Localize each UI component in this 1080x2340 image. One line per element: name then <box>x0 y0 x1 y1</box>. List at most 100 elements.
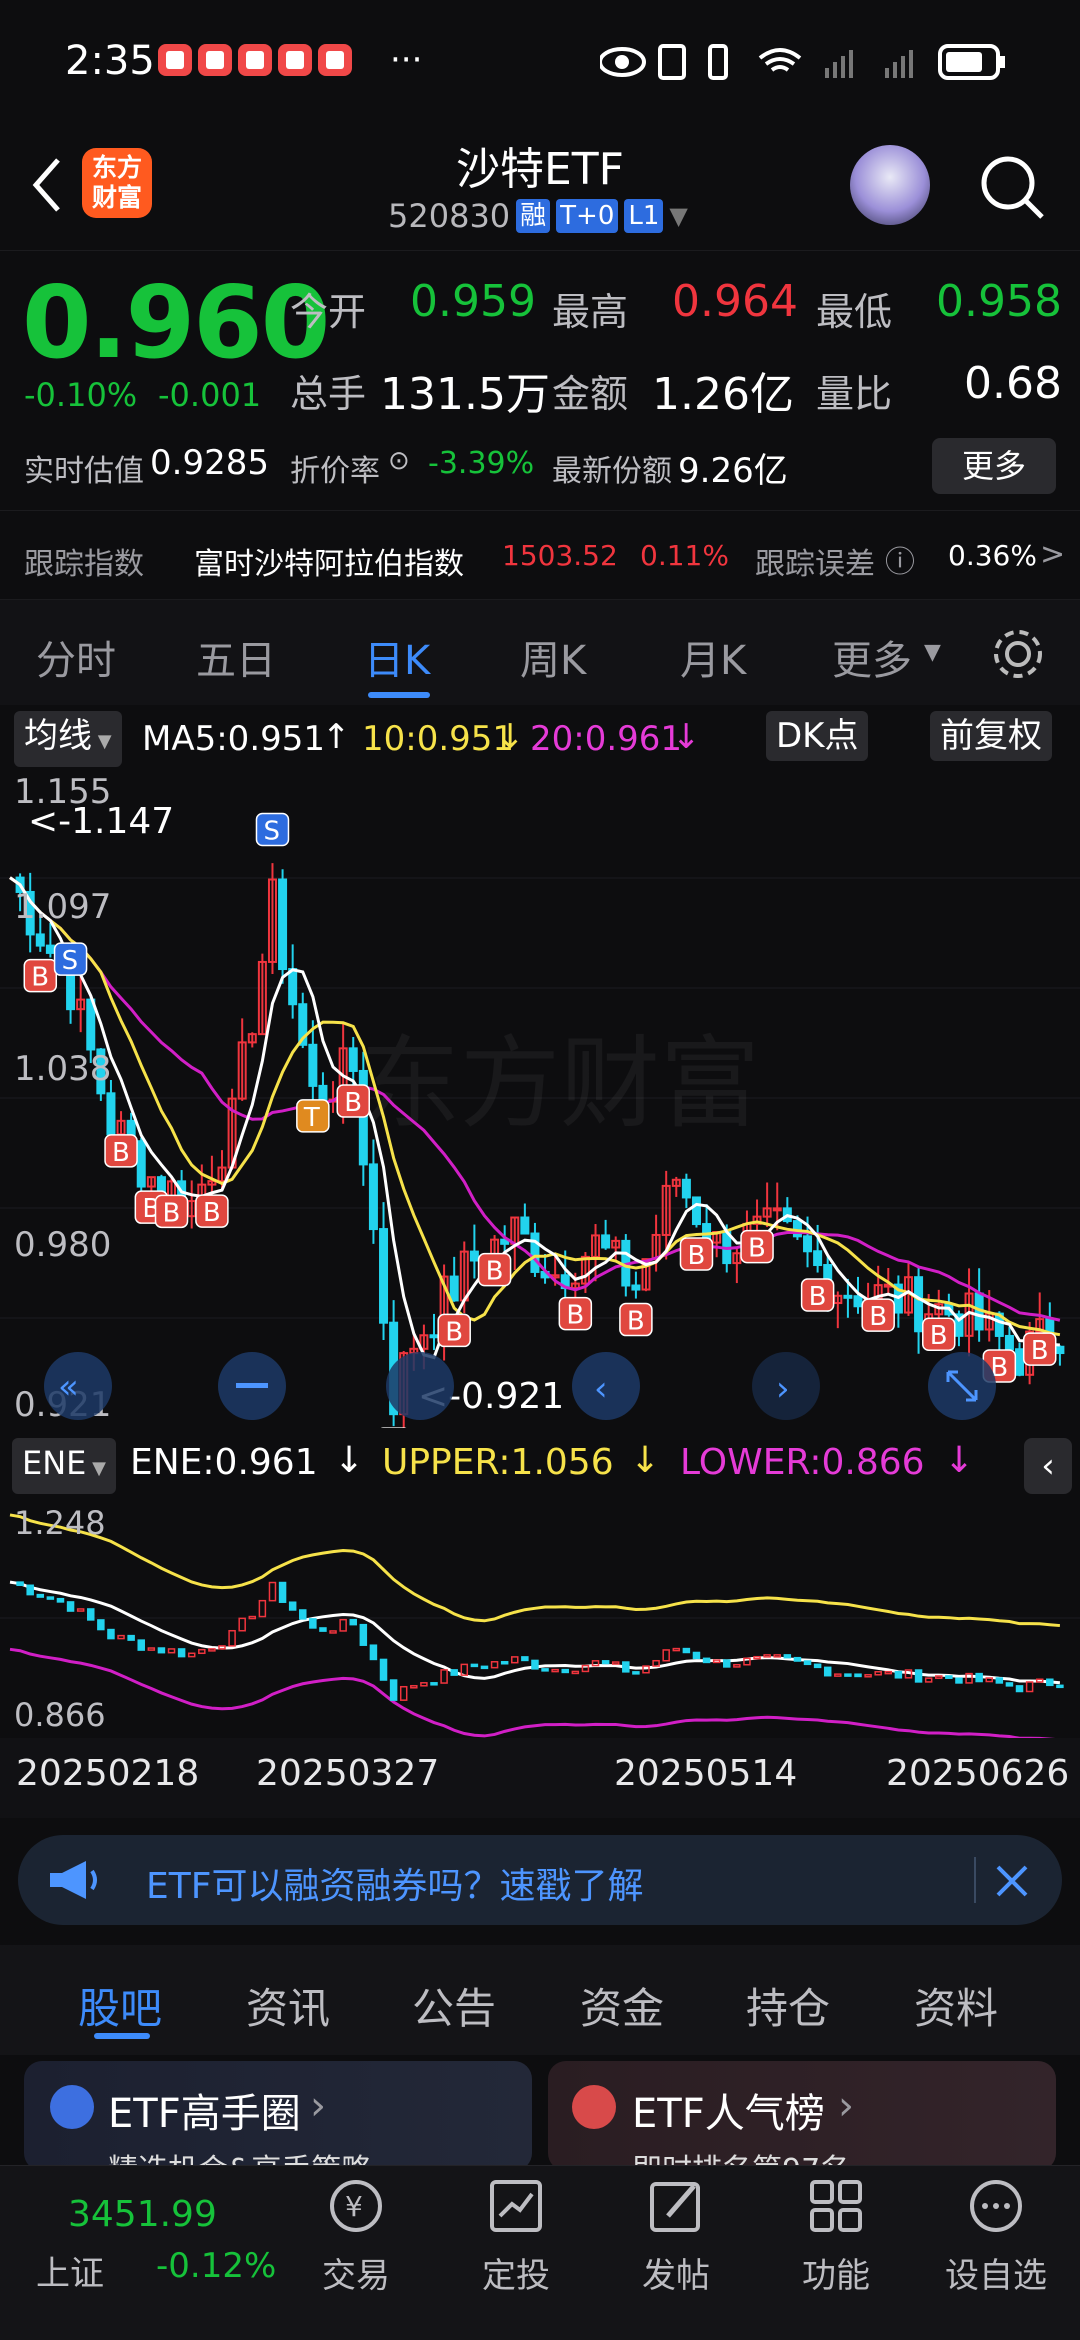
tab-five-day[interactable]: 五日 <box>196 628 276 686</box>
tab-funds[interactable]: 资金 <box>580 1975 664 2036</box>
stock-code-row[interactable]: 520830 融 T+0 L1 ▼ <box>388 197 688 235</box>
volume-label: 总手 <box>290 372 367 416</box>
ene-candle <box>511 1656 519 1664</box>
candle-body <box>429 1334 439 1339</box>
adjust-button[interactable]: 前复权 <box>930 711 1052 761</box>
tab-weekly-k[interactable]: 周K <box>520 628 586 686</box>
svg-text:B: B <box>163 1198 181 1228</box>
info-icon[interactable]: ⊙ <box>388 446 410 476</box>
y-label-3: 1.038 <box>14 1049 111 1089</box>
ma5-value: MA5:0.951 <box>142 719 326 759</box>
ene-candle <box>985 1677 993 1683</box>
tab-monthly-k[interactable]: 月K <box>680 628 746 686</box>
ene-candle <box>935 1675 943 1679</box>
ene-candle <box>208 1648 216 1652</box>
tab-intraday[interactable]: 分时 <box>36 628 116 686</box>
chevron-right-icon: › <box>776 1369 790 1409</box>
help-icon[interactable]: ⓘ <box>885 537 915 581</box>
dk-point-button[interactable]: DK点 <box>766 711 869 761</box>
level-tag: L1 <box>624 199 664 233</box>
status-bar: 2:35 ··· <box>0 0 1080 125</box>
ene-candle <box>834 1673 842 1677</box>
nav-functions[interactable]: 功能 <box>776 2176 896 2297</box>
tab-holdings[interactable]: 持仓 <box>746 1975 830 2036</box>
nav-label: 发帖 <box>642 2256 710 2296</box>
change-amount: -0.001 <box>158 376 262 414</box>
tab-announcements[interactable]: 公告 <box>412 1975 496 2036</box>
ene-candle <box>480 1665 489 1670</box>
ma10-value: 10:0.951 <box>362 719 515 759</box>
more-button[interactable]: 更多 <box>932 438 1056 494</box>
ene-candle <box>359 1623 368 1646</box>
nav-add-watchlist[interactable]: 设自选 <box>936 2176 1056 2297</box>
caret-down-icon: ▼ <box>86 1458 106 1479</box>
candle-body <box>35 933 45 947</box>
svg-text:B: B <box>203 1198 221 1228</box>
date-axis: 20250218 20250327 20250514 20250626 <box>0 1738 1080 1818</box>
tab-profile[interactable]: 资料 <box>914 1975 998 2036</box>
kline-chart[interactable]: 东方财富 BSBBBBSTBBBBBBBBBBBBB 1.155 1.097 1… <box>0 768 1080 1461</box>
svg-text:T: T <box>303 1103 320 1133</box>
search-icon[interactable] <box>978 153 1048 223</box>
max-annotation: <-1.147 <box>28 801 174 842</box>
ene-candle <box>611 1661 620 1665</box>
close-icon[interactable] <box>994 1863 1030 1899</box>
sell-marker: S <box>53 942 88 976</box>
quote-panel: 0.960 -0.10% -0.001 今开 0.959 最高 0.964 最低… <box>0 250 1080 510</box>
ene-candle <box>97 1619 105 1631</box>
ene-candle <box>187 1652 196 1658</box>
low-value: 0.958 <box>936 276 1062 327</box>
amount-value: 1.26亿 <box>652 369 794 420</box>
ene-candle <box>1005 1682 1014 1687</box>
candles <box>15 863 1065 1441</box>
ene-candle <box>36 1593 45 1598</box>
nav-invest[interactable]: 定投 <box>456 2176 576 2297</box>
caret-down-icon: ▼ <box>92 731 112 752</box>
promo-banner[interactable]: ETF可以融资融券吗？速戳了解 <box>18 1835 1062 1925</box>
chevron-right-icon: › <box>310 2083 326 2129</box>
ene-candle <box>16 1581 24 1587</box>
assistant-avatar-icon[interactable] <box>850 145 930 225</box>
ene-value: ENE:0.961 <box>130 1442 318 1483</box>
index-ticker[interactable]: 3451.99 上证 -0.12% <box>18 2184 288 2304</box>
svg-text:B: B <box>486 1257 504 1287</box>
ene-candle <box>258 1599 267 1618</box>
popularity-card[interactable]: ETF人气榜 › 即时排名第97名 <box>548 2061 1056 2165</box>
caret-down-icon: ▼ <box>924 640 941 665</box>
nav-label: 交易 <box>322 2256 390 2296</box>
volume-ratio-value: 0.68 <box>964 358 1062 409</box>
ene-candle <box>238 1617 246 1632</box>
content-tabs: 股吧 资讯 公告 资金 持仓 资料 <box>0 1945 1080 2055</box>
ene-candle <box>813 1663 822 1669</box>
banner-text: ETF可以融资融券吗？速戳了解 <box>146 1866 644 1907</box>
ene-candle <box>127 1634 135 1641</box>
expert-circle-card[interactable]: ETF高手圈 › 精选机会&高手策略 <box>24 2061 532 2165</box>
high-label: 最高 <box>552 290 629 334</box>
nav-label: 功能 <box>802 2256 870 2296</box>
collapse-panel-button[interactable]: ‹ <box>1024 1438 1072 1494</box>
ene-selector[interactable]: ENE ▼ <box>12 1438 116 1494</box>
tab-forum[interactable]: 股吧 <box>78 1975 162 2036</box>
tracking-index-pct: 0.11% <box>640 539 729 572</box>
kline-svg: 东方财富 BSBBBBSTBBBBBBBBBBBBB 1.155 1.097 1… <box>0 772 1080 1461</box>
ene-candle <box>763 1654 771 1658</box>
more-dots-icon <box>970 2180 1022 2232</box>
tracking-index-row[interactable]: 跟踪指数 富时沙特阿拉伯指数 1503.52 0.11% 跟踪误差 ⓘ 0.36… <box>0 510 1080 600</box>
ma-selector[interactable]: 均线 ▼ <box>14 711 122 767</box>
open-label: 今开 <box>290 290 367 334</box>
candle-body <box>318 1084 328 1102</box>
ene-candle <box>157 1647 166 1654</box>
ene-candle <box>884 1670 893 1675</box>
tab-more[interactable]: 更多 <box>832 628 912 686</box>
ene-candle <box>379 1658 388 1681</box>
chevron-left-icon: ‹ <box>594 1369 608 1409</box>
bottom-nav: 3451.99 上证 -0.12% ¥ 交易 定投 发帖 功能 设自选 <box>0 2165 1080 2340</box>
nav-trade[interactable]: ¥ 交易 <box>296 2176 416 2297</box>
ene-candle <box>874 1671 882 1676</box>
settings-gear-icon[interactable] <box>990 626 1046 682</box>
tab-news[interactable]: 资讯 <box>246 1975 330 2036</box>
ene-candle <box>177 1648 186 1658</box>
tab-daily-k[interactable]: 日K <box>364 628 430 686</box>
ene-chart[interactable]: 1.248 0.866 <box>0 1498 1080 1742</box>
nav-post[interactable]: 发帖 <box>616 2176 736 2297</box>
